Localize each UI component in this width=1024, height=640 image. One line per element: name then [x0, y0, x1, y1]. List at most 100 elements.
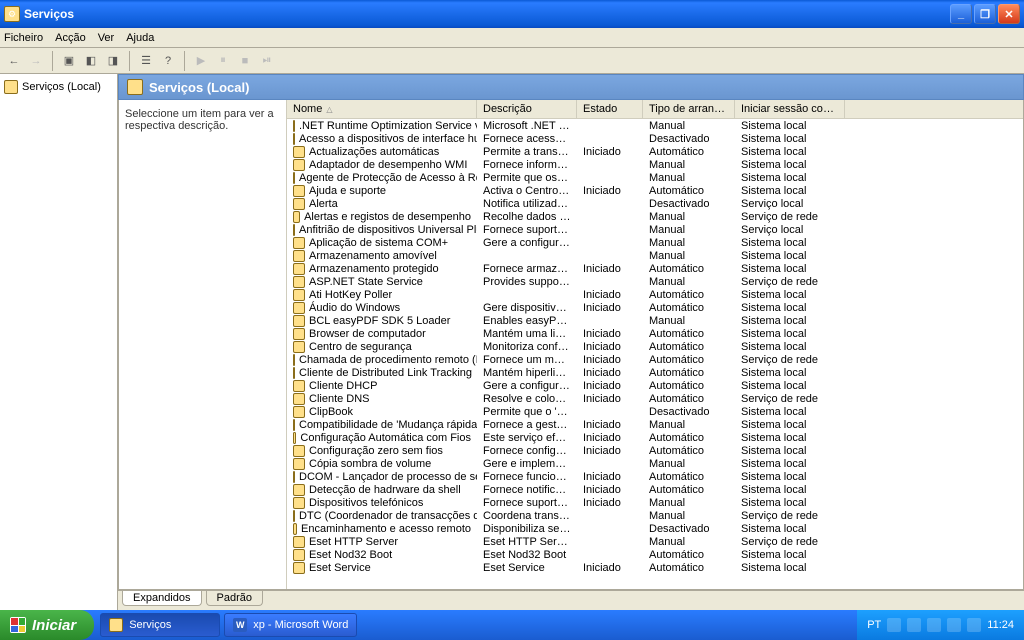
windows-flag-icon	[10, 617, 26, 633]
service-row[interactable]: Cliente DNSResolve e coloca na …Iniciado…	[287, 392, 1023, 405]
service-logon: Sistema local	[735, 340, 845, 353]
tray-icon[interactable]	[947, 618, 961, 632]
service-row[interactable]: Cliente de Distributed Link TrackingMant…	[287, 366, 1023, 379]
service-desc: Gere a configuração…	[477, 236, 577, 249]
tray-icon[interactable]	[967, 618, 981, 632]
play-icon[interactable]: ▶	[191, 51, 211, 71]
service-row[interactable]: ClipBookPermite que o 'Visual…Desactivad…	[287, 405, 1023, 418]
help-icon[interactable]: ?	[158, 51, 178, 71]
service-name: Armazenamento amovível	[309, 250, 437, 262]
col-sessao[interactable]: Iniciar sessão como	[735, 100, 845, 118]
service-state	[577, 314, 643, 327]
tray-clock[interactable]: 11:24	[987, 619, 1014, 631]
system-tray[interactable]: PT 11:24	[857, 610, 1024, 640]
forward-button[interactable]: →	[26, 51, 46, 71]
service-logon: Sistema local	[735, 236, 845, 249]
service-row[interactable]: BCL easyPDF SDK 5 LoaderEnables easyPDF …	[287, 314, 1023, 327]
service-row[interactable]: Dispositivos telefónicosFornece suporte …	[287, 496, 1023, 509]
service-desc: Recolhe dados de d…	[477, 210, 577, 223]
service-row[interactable]: Configuração zero sem fiosFornece config…	[287, 444, 1023, 457]
service-row[interactable]: Configuração Automática com FiosEste ser…	[287, 431, 1023, 444]
col-tipo[interactable]: Tipo de arranque	[643, 100, 735, 118]
restart-icon[interactable]: ⏯	[257, 51, 277, 71]
service-state: Iniciado	[577, 496, 643, 509]
maximize-button[interactable]: ❐	[974, 4, 996, 24]
service-row[interactable]: Eset ServiceEset ServiceIniciadoAutomáti…	[287, 561, 1023, 574]
service-row[interactable]: Browser de computadorMantém uma lista ac…	[287, 327, 1023, 340]
service-logon: Serviço de rede	[735, 392, 845, 405]
service-row[interactable]: DTC (Coordenador de transacções distribu…	[287, 509, 1023, 522]
service-name: Browser de computador	[309, 328, 426, 340]
menu-ficheiro[interactable]: Ficheiro	[4, 32, 43, 44]
service-row[interactable]: Actualizações automáticasPermite a trans…	[287, 145, 1023, 158]
service-name: Agente de Protecção de Acesso à Rede	[299, 172, 477, 184]
service-row[interactable]: Anfitrião de dispositivos Universal Plug…	[287, 223, 1023, 236]
service-state	[577, 548, 643, 561]
menu-ajuda[interactable]: Ajuda	[126, 32, 154, 44]
service-row[interactable]: DCOM - Lançador de processo de servidorF…	[287, 470, 1023, 483]
tray-icon[interactable]	[907, 618, 921, 632]
service-type: Automático	[643, 444, 735, 457]
properties-icon[interactable]: ◧	[81, 51, 101, 71]
service-row[interactable]: Ajuda e suporteActiva o Centro de a…Inic…	[287, 184, 1023, 197]
tray-icon[interactable]	[927, 618, 941, 632]
stop-icon[interactable]: ■	[235, 51, 255, 71]
tray-icon[interactable]	[887, 618, 901, 632]
back-button[interactable]: ←	[4, 51, 24, 71]
minimize-button[interactable]: _	[950, 4, 972, 24]
service-row[interactable]: Adaptador de desempenho WMIFornece infor…	[287, 158, 1023, 171]
service-name: Configuração zero sem fios	[309, 445, 443, 457]
gear-icon	[293, 497, 305, 509]
service-list[interactable]: .NET Runtime Optimization Service v2.0.5…	[287, 119, 1023, 589]
tree-root[interactable]: Serviços (Local)	[4, 80, 113, 94]
service-row[interactable]: Armazenamento protegidoFornece armazenam…	[287, 262, 1023, 275]
export-icon[interactable]: ☰	[136, 51, 156, 71]
service-row[interactable]: Cliente DHCPGere a configuração…Iniciado…	[287, 379, 1023, 392]
service-row[interactable]: Aplicação de sistema COM+Gere a configur…	[287, 236, 1023, 249]
pause-icon[interactable]: ⏸	[213, 51, 233, 71]
service-row[interactable]: .NET Runtime Optimization Service v2.0.5…	[287, 119, 1023, 132]
service-logon: Sistema local	[735, 119, 845, 132]
service-row[interactable]: Eset Nod32 BootEset Nod32 BootAutomático…	[287, 548, 1023, 561]
service-type: Manual	[643, 236, 735, 249]
service-state: Iniciado	[577, 184, 643, 197]
service-state	[577, 197, 643, 210]
service-state	[577, 522, 643, 535]
up-icon[interactable]: ▣	[59, 51, 79, 71]
col-descricao[interactable]: Descrição	[477, 100, 577, 118]
titlebar: ⚙ Serviços _ ❐ ✕	[0, 0, 1024, 28]
service-row[interactable]: ASP.NET State ServiceProvides support fo…	[287, 275, 1023, 288]
service-row[interactable]: Eset HTTP ServerEset HTTP ServerManualSe…	[287, 535, 1023, 548]
tray-lang[interactable]: PT	[867, 619, 881, 631]
tab-expandidos[interactable]: Expandidos	[122, 591, 202, 606]
service-name: Alertas e registos de desempenho	[304, 211, 471, 223]
service-row[interactable]: Compatibilidade de 'Mudança rápida de ut…	[287, 418, 1023, 431]
service-row[interactable]: Alertas e registos de desempenho Recolhe …	[287, 210, 1023, 223]
service-row[interactable]: Chamada de procedimento remoto (RPC)Forn…	[287, 353, 1023, 366]
task-servicos[interactable]: Serviços	[100, 613, 220, 637]
service-row[interactable]: Agente de Protecção de Acesso à RedePerm…	[287, 171, 1023, 184]
menu-ver[interactable]: Ver	[98, 32, 115, 44]
service-desc: Eset HTTP Server	[477, 535, 577, 548]
service-logon: Serviço de rede	[735, 210, 845, 223]
col-estado[interactable]: Estado	[577, 100, 643, 118]
service-name: Adaptador de desempenho WMI	[309, 159, 467, 171]
service-row[interactable]: Ati HotKey PollerIniciadoAutomáticoSiste…	[287, 288, 1023, 301]
close-button[interactable]: ✕	[998, 4, 1020, 24]
service-row[interactable]: Armazenamento amovívelManualSistema loca…	[287, 249, 1023, 262]
service-row[interactable]: Áudio do WindowsGere dispositivos de …In…	[287, 301, 1023, 314]
start-button[interactable]: Iniciar	[0, 610, 94, 640]
service-desc	[477, 249, 577, 262]
refresh-icon[interactable]: ◨	[103, 51, 123, 71]
service-row[interactable]: AlertaNotifica utilizadores …Desactivado…	[287, 197, 1023, 210]
service-row[interactable]: Encaminhamento e acesso remotoDisponibil…	[287, 522, 1023, 535]
task-word[interactable]: W xp - Microsoft Word	[224, 613, 357, 637]
service-row[interactable]: Centro de segurançaMonitoriza configura……	[287, 340, 1023, 353]
gear-icon	[293, 224, 295, 236]
col-nome[interactable]: Nome△	[287, 100, 477, 118]
service-row[interactable]: Detecção de hadrware da shellFornece not…	[287, 483, 1023, 496]
tab-padrao[interactable]: Padrão	[206, 591, 263, 606]
service-row[interactable]: Acesso a dispositivos de interface human…	[287, 132, 1023, 145]
menu-accao[interactable]: Acção	[55, 32, 86, 44]
service-row[interactable]: Cópia sombra de volumeGere e implementa …	[287, 457, 1023, 470]
